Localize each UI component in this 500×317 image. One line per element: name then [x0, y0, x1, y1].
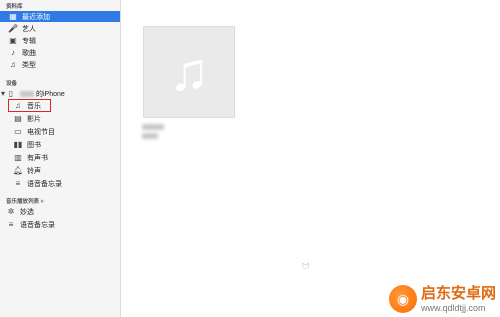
- audiobook-icon: ▥: [14, 153, 22, 162]
- genius-icon: ✲: [7, 207, 15, 216]
- voice-memo-icon: ≡: [8, 220, 14, 229]
- device-item-movies[interactable]: ▤ 影片: [0, 113, 120, 124]
- device-name: 的iPhone: [36, 90, 65, 98]
- tv-icon: ▭: [14, 127, 22, 136]
- song-icon: ♪: [11, 48, 15, 57]
- sidebar-item-songs[interactable]: ♪ 歌曲: [0, 47, 120, 58]
- voice-memo-icon: ≡: [15, 179, 21, 188]
- recently-added-icon: ▦: [9, 12, 17, 21]
- device-item-ringtones[interactable]: 🔔︎ 铃声: [0, 165, 120, 176]
- watermark: ◉ 启东安卓网 www.qdldtjj.com: [388, 284, 496, 313]
- sidebar-item-album[interactable]: ▣ 专辑: [0, 35, 120, 46]
- sidebar: 资料库 ▦ 最近添加 🎤 艺人 ▣ 专辑 ♪ 歌曲 ♫ 类型 设备 ▾ ▯ 的i…: [0, 0, 121, 317]
- device-owner-redacted: [20, 90, 34, 97]
- main-content: ♫: [121, 0, 500, 317]
- book-icon: ▮▮: [13, 140, 23, 149]
- music-highlight-box: [8, 99, 51, 112]
- iphone-icon: ▯: [8, 89, 14, 98]
- sidebar-item-recently-added[interactable]: ▦ 最近添加: [0, 11, 120, 22]
- album-icon: ▣: [9, 36, 17, 45]
- genre-icon: ♫: [10, 60, 16, 69]
- devices-header: 设备: [6, 81, 18, 87]
- watermark-title: 启东安卓网: [420, 284, 496, 302]
- music-note-icon: ♫: [168, 42, 210, 102]
- watermark-logo-icon: ◉: [388, 285, 417, 313]
- device-item-books[interactable]: ▮▮ 图书: [0, 139, 120, 150]
- playlist-item-genius[interactable]: ✲ 妙选: [0, 206, 120, 217]
- library-header: 资料库: [6, 4, 23, 10]
- faint-mark: ᗢ: [302, 261, 310, 271]
- playlists-header[interactable]: 音乐播放列表 ˅: [6, 197, 44, 205]
- device-item-audiobooks[interactable]: ▥ 有声书: [0, 152, 120, 163]
- film-icon: ▤: [14, 114, 22, 123]
- artist-icon: 🎤: [8, 24, 18, 33]
- watermark-url: www.qdldtjj.com: [420, 302, 486, 313]
- album-artwork[interactable]: ♫: [143, 26, 235, 118]
- sidebar-item-artist[interactable]: 🎤 艺人: [0, 23, 120, 34]
- device-item-tv-shows[interactable]: ▭ 电视节目: [0, 126, 120, 137]
- blurred-subtitle: [142, 133, 158, 139]
- bell-icon: 🔔︎: [12, 166, 24, 175]
- sidebar-item-genre[interactable]: ♫ 类型: [0, 59, 120, 70]
- blurred-title: [142, 124, 164, 130]
- disclosure-triangle-icon[interactable]: ▾: [0, 89, 6, 99]
- device-item-voice-memos[interactable]: ≡ 语音备忘录: [0, 178, 120, 189]
- device-row[interactable]: ▾ ▯ 的iPhone: [0, 88, 120, 99]
- playlist-item-voice-memos[interactable]: ≡ 语音备忘录: [0, 219, 120, 230]
